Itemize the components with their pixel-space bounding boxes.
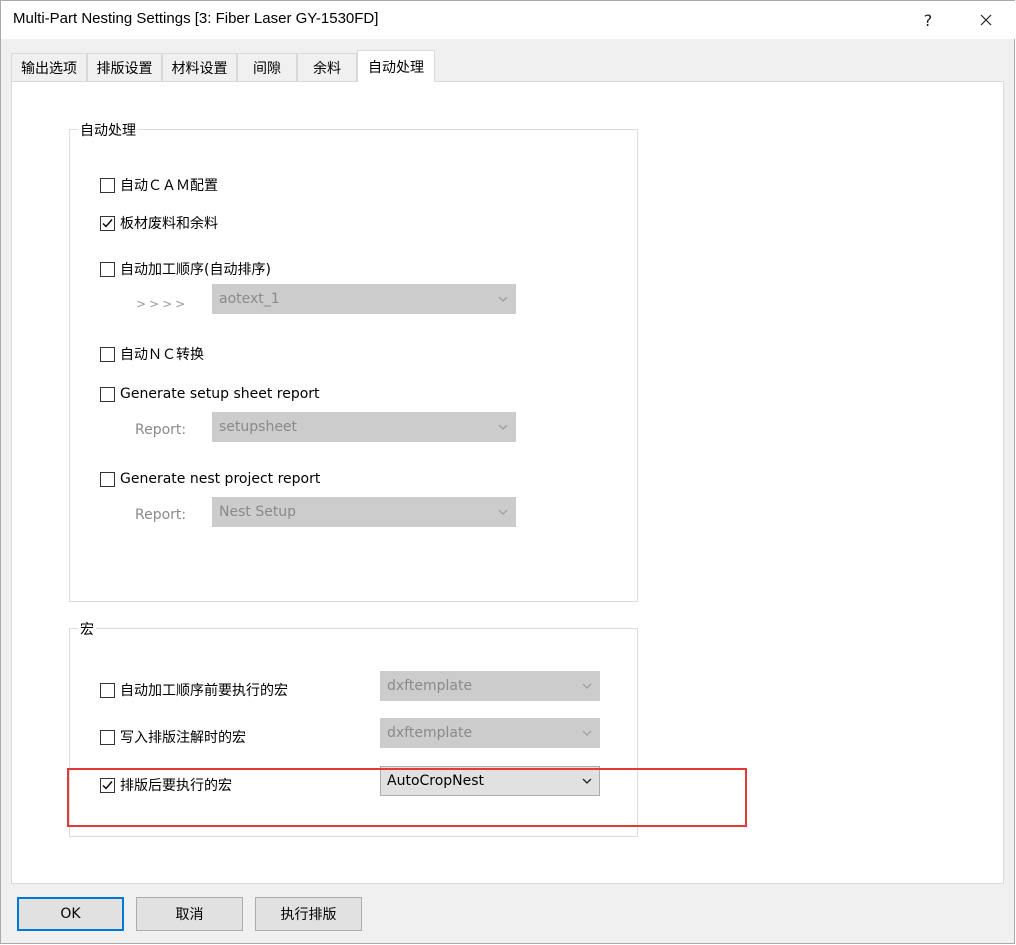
macro-after-nest-combo[interactable]: AutoCropNest	[380, 766, 600, 796]
setup-report-combo[interactable]: setupsheet	[212, 412, 516, 442]
title-bar: Multi-Part Nesting Settings [3: Fiber La…	[1, 1, 1015, 39]
chevron-down-icon	[498, 509, 508, 515]
macro-group: 宏 自动加工顺序前要执行的宏 dxftemplate 写入排版注解时的宏 dxf…	[69, 619, 638, 837]
nest-report-label: Report:	[135, 507, 187, 523]
tab-label: 排版设置	[96, 60, 153, 77]
tab-remnant[interactable]: 余料	[297, 53, 357, 81]
group-title: 自动处理	[78, 120, 138, 140]
group-title: 宏	[78, 619, 96, 639]
checkbox-box[interactable]	[100, 777, 115, 793]
nest-report-combo[interactable]: Nest Setup	[212, 497, 516, 527]
checkbox-box[interactable]	[100, 346, 115, 362]
chevron-down-icon	[582, 683, 592, 689]
combo-value: setupsheet	[219, 419, 298, 435]
close-button[interactable]	[963, 1, 1009, 39]
checkbox-box[interactable]	[100, 682, 115, 698]
checkbox-box[interactable]	[100, 215, 115, 231]
tab-label: 输出选项	[21, 60, 77, 77]
button-label: 执行排版	[280, 907, 337, 923]
checkmark-icon	[102, 218, 113, 228]
checkbox-label: Generate nest project report	[120, 471, 321, 487]
ok-button[interactable]: OK	[17, 897, 124, 931]
checkbox-label: 写入排版注解时的宏	[120, 730, 246, 746]
checkbox-auto-cam-config[interactable]: 自动ＣＡＭ配置	[100, 175, 218, 195]
button-label: 取消	[175, 907, 204, 923]
setup-report-label: Report:	[135, 422, 187, 438]
checkbox-label: 排版后要执行的宏	[120, 778, 232, 794]
checkbox-macro-after-nest[interactable]: 排版后要执行的宏	[100, 775, 232, 795]
auto-sequence-combo[interactable]: aotext_1	[212, 284, 516, 314]
nesting-settings-dialog: Multi-Part Nesting Settings [3: Fiber La…	[0, 0, 1015, 944]
tab-nest-settings[interactable]: 排版设置	[87, 53, 162, 81]
macro-nest-annotation-combo[interactable]: dxftemplate	[380, 718, 600, 748]
combo-value: AutoCropNest	[387, 773, 485, 789]
chevron-down-icon	[582, 730, 592, 736]
checkbox-label: 自动加工顺序前要执行的宏	[120, 683, 288, 699]
checkbox-macro-nest-annotation[interactable]: 写入排版注解时的宏	[100, 727, 246, 747]
close-icon	[980, 14, 992, 26]
run-nesting-button[interactable]: 执行排版	[255, 897, 362, 931]
combo-value: dxftemplate	[387, 678, 473, 694]
checkbox-box[interactable]	[100, 261, 115, 277]
checkbox-label: 自动ＮＣ转换	[120, 347, 204, 363]
checkbox-macro-before-sequence[interactable]: 自动加工顺序前要执行的宏	[100, 680, 288, 700]
combo-value: aotext_1	[219, 291, 280, 307]
checkbox-box[interactable]	[100, 177, 115, 193]
tab-label: 自动处理	[368, 59, 424, 76]
checkbox-nest-project-report[interactable]: Generate nest project report	[100, 471, 320, 487]
checkmark-icon	[102, 780, 113, 790]
tab-spacing[interactable]: 间隙	[237, 53, 297, 81]
macro-before-sequence-combo[interactable]: dxftemplate	[380, 671, 600, 701]
window-title: Multi-Part Nesting Settings [3: Fiber La…	[13, 10, 379, 27]
tab-output-options[interactable]: 输出选项	[11, 53, 87, 81]
tab-auto-processing[interactable]: 自动处理	[357, 50, 435, 82]
checkbox-box[interactable]	[100, 386, 115, 402]
tab-label: 材料设置	[171, 60, 228, 77]
checkbox-sheet-scrap-remnant[interactable]: 板材废料和余料	[100, 213, 218, 233]
chevron-down-icon	[498, 424, 508, 430]
chevron-down-icon	[582, 778, 592, 784]
checkbox-label: 自动加工顺序(自动排序)	[120, 262, 271, 278]
tab-material-settings[interactable]: 材料设置	[162, 53, 237, 81]
combo-value: dxftemplate	[387, 725, 473, 741]
chevron-down-icon	[498, 296, 508, 302]
checkbox-box[interactable]	[100, 729, 115, 745]
checkbox-auto-nc-convert[interactable]: 自动ＮＣ转换	[100, 344, 204, 364]
checkbox-setup-sheet-report[interactable]: Generate setup sheet report	[100, 386, 320, 402]
sub-prefix-arrows: >>>>	[136, 297, 189, 311]
help-button[interactable]: ?	[905, 1, 951, 39]
cancel-button[interactable]: 取消	[136, 897, 243, 931]
tab-page-auto-processing: 自动处理 自动ＣＡＭ配置 板材废料和余料 自动加工顺序(自动排序) >>>> a…	[11, 81, 1004, 884]
combo-value: Nest Setup	[219, 504, 297, 520]
checkbox-label: 自动ＣＡＭ配置	[120, 178, 218, 194]
checkbox-label: Generate setup sheet report	[120, 386, 320, 402]
button-label: OK	[60, 906, 81, 922]
tab-label: 余料	[313, 60, 341, 77]
checkbox-label: 板材废料和余料	[120, 216, 218, 232]
checkbox-box[interactable]	[100, 471, 115, 487]
help-label: ?	[923, 10, 933, 30]
tab-label: 间隙	[253, 60, 281, 77]
auto-processing-group: 自动处理 自动ＣＡＭ配置 板材废料和余料 自动加工顺序(自动排序) >>>> a…	[69, 120, 638, 602]
checkbox-auto-sequence[interactable]: 自动加工顺序(自动排序)	[100, 259, 271, 279]
